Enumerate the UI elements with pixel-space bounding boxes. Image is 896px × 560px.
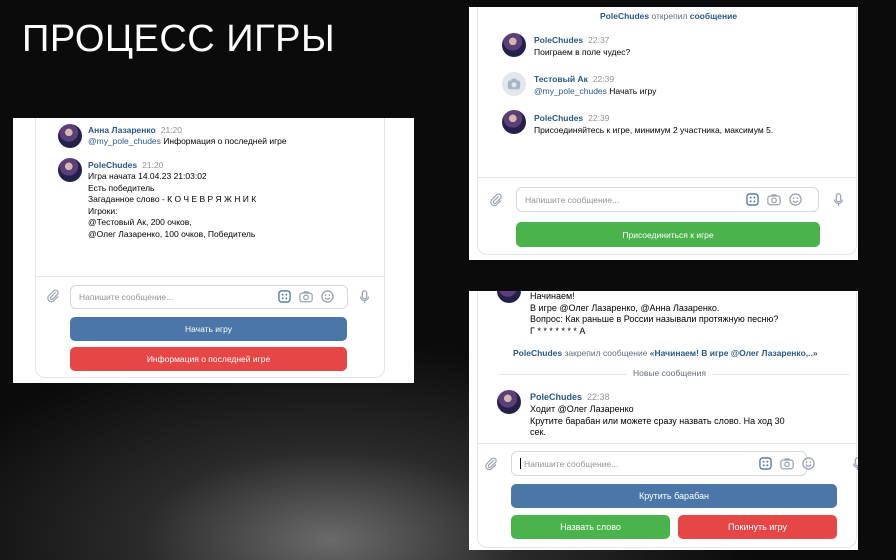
- keyboard-icon[interactable]: [746, 193, 759, 206]
- message-text: Поиграем в поле чудес?: [534, 47, 631, 57]
- message-author[interactable]: PoleChudes 21:20: [88, 160, 163, 170]
- microphone-icon[interactable]: [833, 193, 844, 207]
- mention-link[interactable]: @my_pole_chudes: [88, 136, 161, 146]
- input-placeholder: Напишите сообщение...: [79, 292, 174, 302]
- message-author[interactable]: PoleChudes 22:38: [530, 392, 610, 402]
- avatar[interactable]: [502, 110, 526, 134]
- microphone-icon[interactable]: [852, 457, 858, 471]
- leave-game-button[interactable]: Покинуть игру: [678, 515, 837, 539]
- message-author[interactable]: Тестовый Ак 22:39: [534, 74, 614, 84]
- message-line: Загаданное слово - К О Ч Е В Р Я Ж Н И К: [88, 194, 257, 204]
- message-author[interactable]: Анна Лазаренко 21:20: [88, 125, 182, 135]
- message-time: 22:39: [588, 113, 610, 123]
- chat-screenshot-join: PoleChudes открепил сообщение PoleChudes…: [469, 7, 858, 260]
- paperclip-icon[interactable]: [489, 193, 503, 207]
- slide-title: ПРОЦЕСС ИГРЫ: [22, 18, 336, 60]
- message-text: @my_pole_chudes Информация о последней и…: [88, 136, 287, 146]
- microphone-icon[interactable]: [359, 290, 370, 304]
- message-line: сек.: [530, 427, 546, 437]
- message-line: Г * * * * * * * А: [530, 325, 586, 336]
- mention-link[interactable]: @my_pole_chudes: [534, 86, 607, 96]
- join-game-button[interactable]: Присоединиться к игре: [516, 222, 820, 247]
- message-time: 22:37: [588, 35, 610, 45]
- message-time: 22:39: [592, 74, 615, 84]
- guess-word-button[interactable]: Назвать слово: [511, 515, 670, 539]
- chat-screenshot-last-game: Анна Лазаренко 21:20 @my_pole_chudes Инфо…: [13, 118, 414, 383]
- keyboard-icon[interactable]: [278, 290, 291, 303]
- avatar[interactable]: [502, 33, 526, 57]
- message-line: Вопрос: Как раньше в России называли про…: [530, 314, 779, 324]
- avatar[interactable]: [497, 390, 521, 414]
- last-game-info-button[interactable]: Информация о последней игре: [70, 347, 347, 371]
- message-line: В игре @Олег Лазаренко, @Анна Лазаренко.: [530, 302, 720, 313]
- input-icons: [759, 457, 815, 470]
- smile-icon[interactable]: [321, 290, 334, 303]
- message-line: Ходит @Олег Лазаренко: [530, 404, 634, 414]
- message-time: 21:20: [160, 125, 183, 135]
- message-text: Присоединяйтесь к игре, минимум 2 участн…: [534, 125, 774, 135]
- input-icons: [278, 290, 334, 303]
- start-game-button[interactable]: Начать игру: [70, 317, 347, 341]
- smile-icon[interactable]: [789, 193, 802, 206]
- paperclip-icon[interactable]: [46, 289, 60, 303]
- message-line: Игроки:: [88, 205, 118, 216]
- text-cursor: [520, 458, 521, 469]
- message-time: 21:20: [142, 160, 164, 170]
- message-author[interactable]: PoleChudes 22:39: [534, 113, 609, 123]
- message-line: @Олег Лазаренко, 100 очков, Победитель: [88, 228, 256, 239]
- camera-icon[interactable]: [299, 290, 313, 303]
- message-line: Крутите барабан или можете сразу назвать…: [530, 415, 785, 426]
- input-placeholder: Напишите сообщение...: [524, 458, 619, 469]
- composer-divider: [35, 276, 385, 277]
- message-time: 22:38: [587, 392, 610, 402]
- message-text: @my_pole_chudes Начать игру: [534, 86, 657, 96]
- input-placeholder: Напишите сообщение...: [525, 194, 620, 205]
- message-line: @Тестовый Ак, 200 очков,: [88, 217, 192, 227]
- system-message-pinned: PoleChudes закрепил сообщение «Начинаем!…: [513, 348, 818, 358]
- camera-icon: [507, 78, 521, 90]
- paperclip-icon[interactable]: [484, 457, 498, 471]
- message-author[interactable]: PoleChudes 22:37: [534, 35, 609, 45]
- chat-screenshot-game-turn: Начинаем! В игре @Олег Лазаренко, @Анна …: [469, 291, 858, 550]
- composer-divider: [477, 443, 857, 444]
- message-line: Начинаем!: [530, 291, 575, 301]
- system-message-unpinned: PoleChudes открепил сообщение: [600, 11, 738, 21]
- avatar[interactable]: [58, 158, 82, 182]
- smile-icon[interactable]: [802, 457, 815, 470]
- composer-divider: [477, 177, 857, 178]
- avatar[interactable]: [502, 72, 526, 96]
- message-line: Игра начата 14.04.23 21:03:02: [88, 171, 207, 181]
- avatar[interactable]: [58, 124, 82, 148]
- camera-icon[interactable]: [780, 457, 794, 470]
- input-icons: [746, 193, 802, 206]
- camera-icon[interactable]: [767, 193, 781, 206]
- spin-wheel-button[interactable]: Крутить барабан: [511, 484, 837, 508]
- keyboard-icon[interactable]: [759, 457, 772, 470]
- new-messages-label: Новые сообщения: [627, 368, 712, 378]
- message-line: Есть победитель: [88, 182, 155, 193]
